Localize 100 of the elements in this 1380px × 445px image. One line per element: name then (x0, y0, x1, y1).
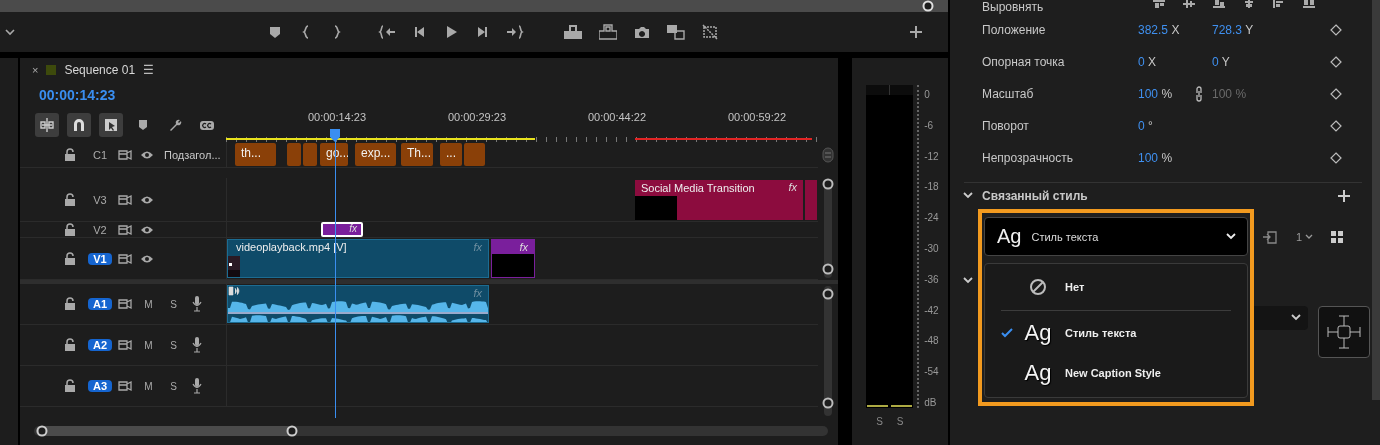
caption-clip[interactable]: th... (234, 143, 276, 166)
keyframe-icon[interactable] (1330, 88, 1342, 100)
graphic-clip[interactable] (804, 180, 817, 220)
dropdown-field[interactable] (1254, 306, 1308, 330)
value-field[interactable]: 0 Y (1212, 55, 1230, 69)
scrollbar[interactable] (1372, 0, 1380, 400)
lock-icon[interactable] (63, 251, 76, 266)
mute-toggle[interactable]: M (135, 298, 161, 310)
lock-icon[interactable] (63, 222, 76, 237)
go-to-out-icon[interactable] (506, 25, 524, 39)
caption-clip[interactable] (463, 143, 485, 166)
value-field[interactable]: 0 X (1138, 55, 1195, 69)
align-icon[interactable] (1243, 0, 1256, 8)
eye-icon[interactable] (139, 194, 154, 205)
microphone-icon[interactable] (191, 337, 202, 353)
track-output-icon[interactable] (117, 193, 132, 206)
linked-selection-button[interactable] (98, 113, 123, 137)
keyframe-icon[interactable] (1330, 56, 1342, 68)
push-to-style-icon[interactable] (1262, 228, 1278, 245)
track-output-icon[interactable] (117, 380, 132, 392)
menu-item[interactable]: Нет (993, 264, 1239, 310)
graphic-clip[interactable]: Social Media Transition fx (634, 180, 803, 220)
track-output-icon[interactable] (117, 148, 132, 161)
sequence-tab[interactable]: Sequence 01 (64, 63, 136, 77)
track-target-button[interactable]: A3 (87, 380, 112, 392)
solo-toggle[interactable]: S (160, 339, 186, 351)
caption-clip[interactable]: ... (439, 143, 462, 166)
lock-icon[interactable] (63, 192, 76, 207)
play-icon[interactable] (444, 25, 458, 39)
vertical-scrollbar[interactable] (822, 178, 835, 280)
snap-button[interactable] (66, 113, 91, 137)
align-icon[interactable] (1183, 0, 1196, 8)
value-field[interactable]: 382.5 X (1138, 23, 1195, 37)
style-dropdown[interactable]: Ag Стиль текста (984, 217, 1248, 256)
crossed-frame-icon[interactable] (702, 24, 718, 40)
microphone-icon[interactable] (191, 296, 202, 312)
menu-item[interactable]: Ag Стиль текста (993, 313, 1239, 353)
effect-clip[interactable]: fx (320, 222, 363, 237)
caption-clip[interactable]: exp... (354, 143, 396, 166)
playhead-handle[interactable] (328, 128, 341, 142)
caption-clip[interactable] (286, 143, 301, 166)
count-dropdown[interactable]: 1 (1296, 230, 1303, 243)
caption-clip[interactable] (302, 143, 317, 166)
multi-frame-icon[interactable] (667, 24, 685, 40)
track-output-icon[interactable] (117, 298, 132, 310)
track-output-icon[interactable] (117, 223, 132, 236)
chevron-down-icon[interactable] (1305, 233, 1314, 240)
lock-icon[interactable] (63, 147, 76, 162)
solo-toggle[interactable]: S (160, 298, 186, 310)
graphic-clip[interactable]: fx (490, 239, 535, 278)
align-icon[interactable] (1213, 0, 1226, 8)
value-field[interactable]: 100 % (1138, 151, 1195, 165)
track-output-icon[interactable] (117, 339, 132, 351)
microphone-icon[interactable] (191, 378, 202, 394)
insert-sequence-button[interactable] (34, 113, 59, 137)
track-target-button[interactable]: V1 (87, 252, 112, 265)
track-output-icon[interactable] (117, 252, 132, 265)
horizontal-scrollbar[interactable] (33, 424, 828, 438)
lift-icon[interactable] (564, 24, 582, 40)
add-icon[interactable] (1338, 190, 1350, 202)
eye-icon[interactable] (139, 149, 154, 160)
caption-clip[interactable]: Th... (400, 143, 433, 166)
menu-item[interactable]: Ag New Caption Style (993, 353, 1239, 393)
value-field[interactable]: 0 ° (1138, 119, 1195, 133)
step-back-icon[interactable] (413, 25, 427, 39)
keyframe-icon[interactable] (1330, 120, 1342, 132)
keyframe-icon[interactable] (1330, 24, 1342, 36)
align-icon[interactable] (1303, 0, 1316, 8)
chevron-down-icon[interactable] (1225, 232, 1237, 241)
alignment-box[interactable] (1318, 306, 1370, 358)
step-forward-icon[interactable] (475, 25, 489, 39)
chevron-down-icon[interactable] (4, 26, 16, 38)
scrub-handle[interactable] (922, 0, 934, 12)
lock-icon[interactable] (63, 297, 76, 311)
mute-toggle[interactable]: M (135, 339, 161, 351)
value-field[interactable]: 728.3 Y (1212, 23, 1254, 37)
add-icon[interactable] (910, 26, 922, 38)
marker-icon[interactable] (268, 25, 282, 39)
scroll-handle-icon[interactable] (822, 147, 835, 163)
lock-icon[interactable] (63, 338, 76, 352)
section-title[interactable]: Связанный стиль (982, 189, 1330, 203)
solo-toggle[interactable]: S (876, 416, 883, 427)
lock-icon[interactable] (63, 379, 76, 393)
track-target-button[interactable]: A2 (87, 339, 112, 351)
timecode[interactable]: 00:00:14:23 (38, 87, 116, 103)
keyframe-icon[interactable] (1330, 152, 1342, 164)
vertical-scrollbar[interactable] (822, 284, 835, 418)
eye-icon[interactable] (139, 224, 154, 235)
eye-icon[interactable] (139, 253, 154, 264)
align-icon[interactable] (1153, 0, 1166, 8)
extract-icon[interactable] (599, 24, 617, 40)
grid-icon[interactable] (1331, 230, 1344, 243)
value-field[interactable]: 100 % (1138, 87, 1195, 101)
solo-toggle[interactable]: S (896, 416, 904, 427)
menu-button[interactable]: ☰ (143, 63, 155, 77)
chevron-down-icon[interactable] (962, 277, 974, 285)
link-icon[interactable] (1195, 86, 1203, 102)
go-to-in-icon[interactable] (378, 25, 396, 39)
chevron-down-icon[interactable] (962, 192, 974, 200)
camera-icon[interactable] (634, 25, 650, 39)
